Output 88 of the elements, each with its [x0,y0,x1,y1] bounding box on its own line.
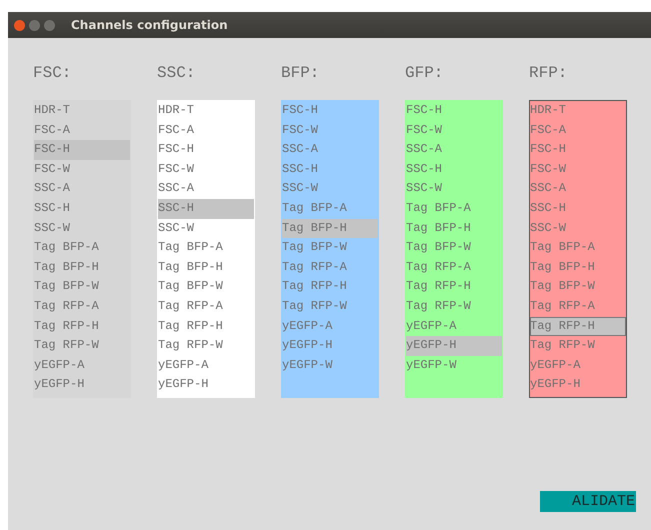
list-header: SSC: [157,64,196,84]
list-item[interactable]: yEGFP-H [406,336,502,356]
list-item[interactable]: Tag BFP-W [282,238,378,258]
list-item[interactable]: FSC-H [530,140,626,160]
list-item[interactable]: SSC-A [158,179,254,199]
list-header: FSC: [33,64,72,84]
list-item[interactable]: HDR-T [158,101,254,121]
list-item[interactable]: SSC-W [530,218,626,238]
list-item[interactable]: yEGFP-A [530,356,626,376]
list-item[interactable]: Tag BFP-W [406,238,502,258]
list-item[interactable]: yEGFP-A [158,356,254,376]
list-item[interactable]: SSC-H [406,160,502,180]
list-item[interactable]: FSC-H [158,140,254,160]
list-item[interactable]: FSC-W [406,120,502,140]
list-item[interactable]: Tag RFP-W [530,336,626,356]
validate-button[interactable]: ALIDATE [540,491,636,512]
list-item[interactable]: FSC-A [34,120,130,140]
list-item[interactable]: Tag RFP-A [282,258,378,278]
list-item[interactable]: Tag RFP-A [34,296,130,317]
list-item[interactable]: Tag RFP-H [282,277,378,297]
list-item[interactable]: SSC-W [34,218,130,238]
list-item[interactable]: Tag RFP-H [406,277,502,297]
list-item[interactable]: Tag BFP-A [406,198,502,219]
channel-list[interactable]: HDR-T FSC-A FSC-H FSC-W SSC-A SSC-H SSC-W Tag BFP-A Tag BFP-H Tag BFP-W Tag RFP-A Tag RFP-H Tag RFP-W yEGFP-A yEGFP-H [529,100,627,398]
list-item[interactable]: SSC-A [34,179,130,199]
minimize-icon[interactable] [29,20,40,30]
list-item[interactable]: FSC-W [158,160,254,180]
list-item[interactable]: Tag BFP-H [530,258,626,278]
list-item[interactable]: yEGFP-H [158,375,254,395]
list-item[interactable]: Tag RFP-W [282,296,378,317]
list-item[interactable]: yEGFP-A [34,356,130,376]
list-item[interactable]: Tag BFP-W [158,277,254,297]
list-item[interactable]: FSC-A [530,120,626,140]
list-item[interactable]: yEGFP-A [406,316,502,336]
list-header: GFP: [405,64,444,84]
list-item[interactable]: FSC-H [34,140,130,160]
list-item[interactable]: FSC-W [530,160,626,180]
list-item[interactable]: HDR-T [34,101,130,121]
list-item[interactable]: Tag BFP-H [282,218,378,238]
list-item[interactable]: SSC-W [282,179,378,199]
list-item[interactable]: Tag RFP-W [34,336,130,356]
list-item[interactable]: yEGFP-H [34,375,130,395]
channel-list[interactable]: HDR-T FSC-A FSC-H FSC-W SSC-A SSC-H SSC-W Tag BFP-A Tag BFP-H Tag BFP-W Tag RFP-A Tag RFP-H Tag RFP-W yEGFP-A yEGFP-H [33,100,131,398]
close-icon[interactable] [14,20,25,30]
window-title: Channels configuration [71,18,228,32]
list-item[interactable]: SSC-H [158,198,254,219]
list-item[interactable]: Tag BFP-H [158,258,254,278]
list-item[interactable]: Tag BFP-H [34,258,130,278]
list-item[interactable]: Tag BFP-A [34,238,130,258]
list-header: RFP: [529,64,568,84]
list-item[interactable]: Tag BFP-A [530,238,626,258]
list-item[interactable]: Tag RFP-A [406,258,502,278]
list-item[interactable]: Tag RFP-W [158,336,254,356]
channel-list[interactable]: FSC-H FSC-W SSC-A SSC-H SSC-W Tag BFP-A Tag BFP-H Tag BFP-W Tag RFP-A Tag RFP-H Tag RFP-W yEGFP-A yEGFP-H yEGFP-W [405,100,503,398]
list-item[interactable]: SSC-H [34,198,130,219]
list-item[interactable]: yEGFP-W [406,356,502,376]
list-item[interactable]: Tag RFP-H [158,316,254,336]
list-item[interactable]: Tag BFP-A [282,198,378,219]
list-item[interactable]: Tag RFP-H [530,316,626,336]
list-item[interactable]: Tag RFP-H [34,316,130,336]
list-item[interactable]: yEGFP-H [282,336,378,356]
list-item[interactable]: Tag BFP-W [530,277,626,297]
list-item[interactable]: Tag RFP-A [158,296,254,317]
list-item[interactable]: yEGFP-H [530,375,626,395]
list-item[interactable]: Tag RFP-A [530,296,626,317]
maximize-icon[interactable] [44,20,55,30]
list-item[interactable]: Tag BFP-H [406,218,502,238]
channel-list[interactable]: HDR-T FSC-A FSC-H FSC-W SSC-A SSC-H SSC-W Tag BFP-A Tag BFP-H Tag BFP-W Tag RFP-A Tag RFP-H Tag RFP-W yEGFP-A yEGFP-H [157,100,255,398]
list-item[interactable]: FSC-H [406,101,502,121]
list-item[interactable]: yEGFP-W [282,356,378,376]
list-item[interactable]: HDR-T [530,101,626,121]
list-item[interactable]: SSC-A [530,179,626,199]
list-item[interactable]: FSC-W [282,120,378,140]
list-item[interactable]: SSC-W [406,179,502,199]
list-item[interactable]: SSC-A [282,140,378,160]
list-header: BFP: [281,64,320,84]
list-item[interactable]: SSC-H [530,198,626,219]
list-item[interactable]: Tag BFP-A [158,238,254,258]
list-item[interactable]: yEGFP-A [282,316,378,336]
list-item[interactable]: FSC-H [282,101,378,121]
list-item[interactable]: FSC-A [158,120,254,140]
list-item[interactable]: SSC-W [158,218,254,238]
list-item[interactable]: Tag BFP-W [34,277,130,297]
channel-list[interactable]: FSC-H FSC-W SSC-A SSC-H SSC-W Tag BFP-A Tag BFP-H Tag BFP-W Tag RFP-A Tag RFP-H Tag RFP-W yEGFP-A yEGFP-H yEGFP-W [281,100,379,398]
list-item[interactable]: Tag RFP-W [406,296,502,317]
list-item[interactable]: FSC-W [34,160,130,180]
list-item[interactable]: SSC-H [282,160,378,180]
list-item[interactable]: SSC-A [406,140,502,160]
